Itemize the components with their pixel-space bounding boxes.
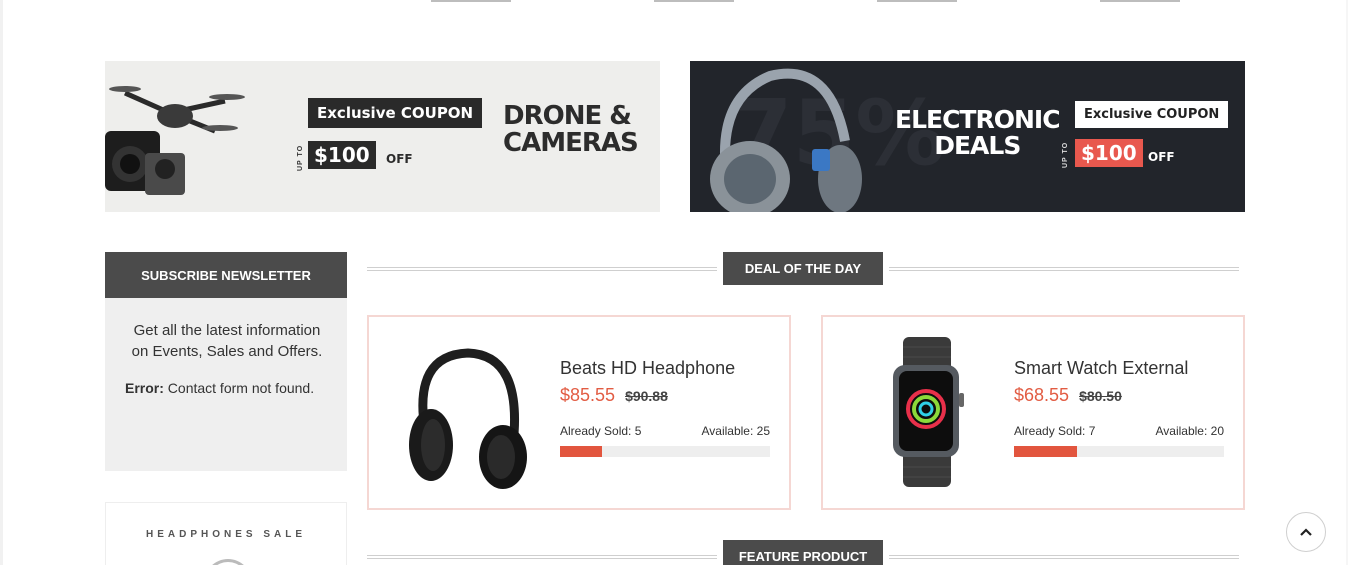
- feature-product-heading: FEATURE PRODUCT: [367, 540, 1239, 565]
- stock-info: Already Sold: 5 Available: 25: [560, 424, 770, 438]
- newsletter-panel: Get all the latest information on Events…: [105, 298, 347, 471]
- coupon-amount: $100: [308, 141, 376, 169]
- sold-progress-fill: [1014, 446, 1077, 457]
- smartwatch-product-image[interactable]: [857, 335, 987, 490]
- product-prices: $68.55 $80.50: [1014, 385, 1224, 406]
- page-left-edge: [0, 0, 3, 565]
- deal-info: Beats HD Headphone $85.55 $90.88 Already…: [560, 357, 770, 457]
- newsletter-error-message: Error: Contact form not found.: [125, 376, 329, 401]
- product-old-price: $80.50: [1079, 388, 1122, 404]
- electronic-deals-banner[interactable]: 75% ELECTRONIC DEALS Exclusive COUPON UP…: [690, 61, 1245, 212]
- banner-heading: DRONE & CAMERAS: [503, 101, 639, 159]
- headphones-sale-promo[interactable]: HEADPHONES SALE: [105, 502, 347, 565]
- newsletter-title: SUBSCRIBE NEWSLETTER: [105, 252, 347, 298]
- top-stub-3: [877, 0, 957, 2]
- headphones-sale-title: HEADPHONES SALE: [145, 529, 306, 540]
- deal-info: Smart Watch External $68.55 $80.50 Alrea…: [1014, 357, 1224, 457]
- coupon-label: Exclusive COUPON: [308, 98, 483, 128]
- stock-info: Already Sold: 7 Available: 20: [1014, 424, 1224, 438]
- newsletter-description: Get all the latest information on Events…: [131, 322, 323, 360]
- product-name[interactable]: Beats HD Headphone: [560, 357, 770, 379]
- banner-heading-line1: ELECTRONIC: [895, 105, 1061, 134]
- deal-card[interactable]: Beats HD Headphone $85.55 $90.88 Already…: [367, 315, 791, 510]
- heading-rule-left: [367, 267, 717, 271]
- off-label: OFF: [386, 152, 413, 166]
- error-label: Error:: [125, 380, 164, 396]
- heading-rule-right: [889, 267, 1239, 271]
- deal-card[interactable]: Smart Watch External $68.55 $80.50 Alrea…: [821, 315, 1245, 510]
- banner-heading: ELECTRONIC DEALS: [895, 105, 1061, 161]
- error-text: Contact form not found.: [163, 380, 315, 396]
- top-stub-1: [431, 0, 511, 2]
- drone-cameras-banner[interactable]: Exclusive COUPON UP TO $100 OFF DRONE & …: [105, 61, 660, 212]
- top-stub-2: [654, 0, 734, 2]
- top-carousel-remnants: [0, 0, 1348, 3]
- back-to-top-button[interactable]: [1286, 512, 1326, 552]
- headphone-image: [710, 68, 862, 212]
- coupon-label: Exclusive COUPON: [1075, 101, 1229, 128]
- product-name[interactable]: Smart Watch External: [1014, 357, 1224, 379]
- banner-heading-line2: DEALS: [934, 131, 1021, 161]
- product-price: $68.55: [1014, 385, 1070, 405]
- upto-label: UP TO: [1062, 141, 1069, 168]
- banner-heading-line1: DRONE &: [503, 101, 632, 131]
- sold-progress-bar: [560, 446, 770, 457]
- heading-rule-left: [367, 555, 717, 559]
- banner-heading-line2: CAMERAS: [503, 128, 639, 159]
- available: Available: 25: [701, 424, 771, 438]
- upto-label: UP TO: [297, 144, 304, 171]
- section-label: DEAL OF THE DAY: [723, 252, 883, 285]
- sold-progress-fill: [560, 446, 602, 457]
- chevron-up-icon: [1300, 528, 1312, 536]
- already-sold: Already Sold: 7: [1014, 424, 1096, 438]
- off-label: OFF: [1148, 150, 1175, 164]
- headphone-arc-image: [204, 559, 252, 565]
- sold-progress-bar: [1014, 446, 1224, 457]
- product-old-price: $90.88: [625, 388, 668, 404]
- product-prices: $85.55 $90.88: [560, 385, 770, 406]
- product-price: $85.55: [560, 385, 616, 405]
- already-sold: Already Sold: 5: [560, 424, 642, 438]
- top-stub-4: [1100, 0, 1180, 2]
- section-label: FEATURE PRODUCT: [723, 540, 883, 565]
- headphone-product-image[interactable]: [403, 335, 533, 490]
- heading-rule-right: [889, 555, 1239, 559]
- coupon-amount: $100: [1075, 139, 1143, 167]
- deal-of-the-day-heading: DEAL OF THE DAY: [367, 252, 1239, 285]
- available: Available: 20: [1155, 424, 1225, 438]
- drone-camera-image: [105, 86, 245, 195]
